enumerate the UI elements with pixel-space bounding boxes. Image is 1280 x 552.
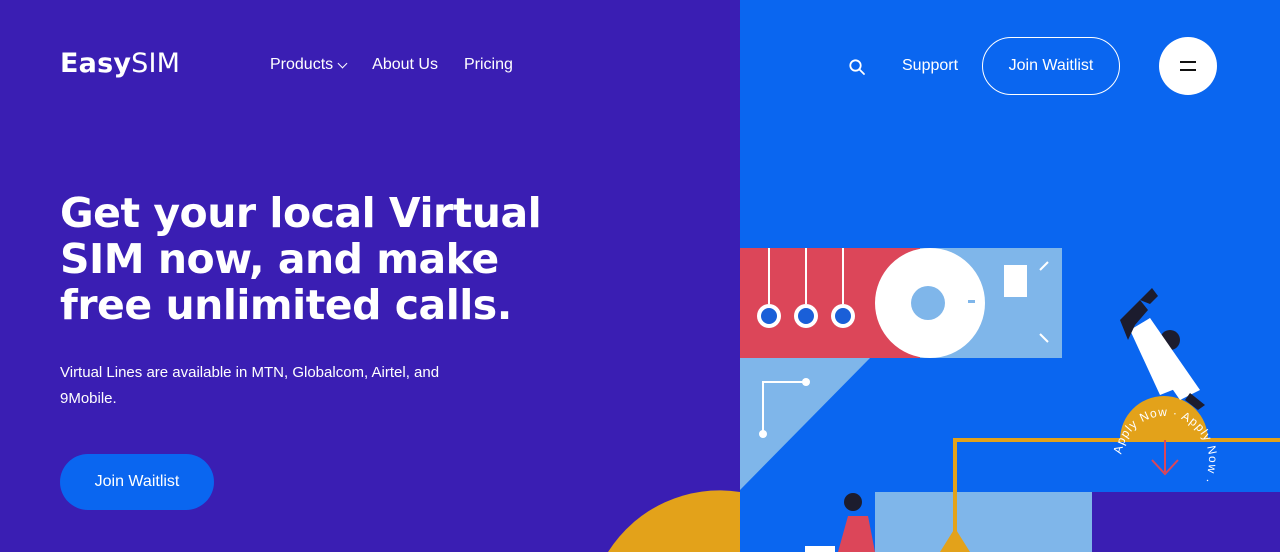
join-waitlist-header-button[interactable]: Join Waitlist xyxy=(982,37,1120,95)
brand-logo[interactable]: EasySIM xyxy=(60,48,180,79)
brand-name-bold: Easy xyxy=(60,48,132,79)
hero-headline: Get your local Virtual SIM now, and make… xyxy=(60,189,542,329)
nav-about-label: About Us xyxy=(372,56,438,73)
nav-products[interactable]: Products xyxy=(270,56,348,74)
nav-pricing[interactable]: Pricing xyxy=(464,56,513,74)
nav-about[interactable]: About Us xyxy=(372,56,438,74)
hamburger-menu-icon[interactable] xyxy=(1159,37,1217,95)
search-icon[interactable] xyxy=(848,58,866,76)
chevron-down-icon xyxy=(337,58,348,69)
nav-pricing-label: Pricing xyxy=(463,56,513,73)
join-waitlist-cta-button[interactable]: Join Waitlist xyxy=(60,454,214,510)
support-link[interactable]: Support xyxy=(902,57,958,75)
brand-name-light: SIM xyxy=(131,48,181,79)
nav-products-label: Products xyxy=(270,56,334,73)
hero-subtext: Virtual Lines are available in MTN, Glob… xyxy=(60,364,440,407)
main-nav: Products About Us Pricing xyxy=(270,56,513,74)
